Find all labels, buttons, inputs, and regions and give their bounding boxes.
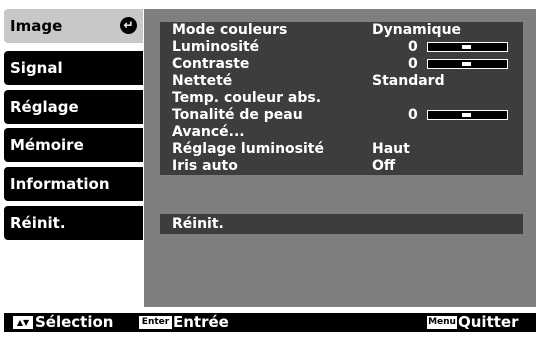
setting-label: Contraste — [172, 56, 250, 72]
select-hint: Sélection — [35, 313, 114, 331]
reset-button[interactable]: Réinit. — [160, 214, 523, 234]
setting-value: 0 — [408, 107, 418, 123]
quit-hint: Quitter — [458, 313, 519, 331]
setting-nettete[interactable]: Netteté Standard — [160, 73, 523, 90]
menu-tab-label: Image — [10, 17, 63, 35]
setting-label: Réglage luminosité — [172, 141, 324, 157]
menu-key-icon: Menu — [427, 316, 457, 329]
menu-tab-image[interactable]: Image ↵ — [4, 9, 143, 43]
setting-label: Avancé... — [172, 124, 245, 140]
menu-tab-label: Information — [10, 175, 110, 193]
reset-label: Réinit. — [172, 216, 224, 232]
menu-tab-label: Réinit. — [10, 214, 66, 232]
menu-tab-memoire[interactable]: Mémoire — [4, 128, 143, 162]
setting-label: Luminosité — [172, 39, 260, 55]
menu-tab-signal[interactable]: Signal — [4, 51, 143, 85]
setting-value: 0 — [408, 56, 418, 72]
setting-value: Standard — [372, 73, 445, 89]
menu-tab-label: Signal — [10, 59, 63, 77]
menu-tab-reglage[interactable]: Réglage — [4, 90, 143, 124]
setting-luminosite[interactable]: Luminosité 0 — [160, 39, 523, 56]
setting-avance[interactable]: Avancé... — [160, 124, 523, 141]
setting-reglage-luminosite[interactable]: Réglage luminosité Haut — [160, 141, 523, 158]
settings-list: Mode couleurs Dynamique Luminosité 0 Con… — [160, 22, 523, 175]
menu-tab-label: Mémoire — [10, 136, 84, 154]
enter-hint: Entrée — [173, 313, 229, 331]
menu-tab-information[interactable]: Information — [4, 167, 143, 201]
key-guide-bar: ▲▼ Sélection Enter Entrée Menu Quitter — [4, 313, 536, 332]
setting-iris-auto[interactable]: Iris auto Off — [160, 158, 523, 175]
slider-knob[interactable] — [462, 45, 471, 49]
luminosite-slider[interactable] — [427, 42, 508, 52]
setting-temp-couleur-abs[interactable]: Temp. couleur abs. — [160, 90, 523, 107]
setting-contraste[interactable]: Contraste 0 — [160, 56, 523, 73]
setting-label: Temp. couleur abs. — [172, 90, 322, 106]
setting-label: Mode couleurs — [172, 22, 288, 38]
enter-key-icon: Enter — [139, 316, 172, 329]
setting-label: Iris auto — [172, 158, 238, 174]
menu-tab-reinit[interactable]: Réinit. — [4, 206, 143, 240]
contraste-slider[interactable] — [427, 59, 508, 69]
projector-menu-screen: Image ↵ Signal Réglage Mémoire Informati… — [0, 0, 542, 337]
setting-label: Tonalité de peau — [172, 107, 303, 123]
slider-knob[interactable] — [462, 113, 471, 117]
up-down-arrows-icon: ▲▼ — [13, 316, 33, 329]
setting-label: Netteté — [172, 73, 233, 89]
tonalite-slider[interactable] — [427, 110, 508, 120]
setting-value: Off — [372, 158, 396, 174]
settings-panel: Mode couleurs Dynamique Luminosité 0 Con… — [144, 9, 536, 307]
enter-arrow-icon: ↵ — [120, 17, 137, 34]
setting-value: Haut — [372, 141, 410, 157]
setting-value: 0 — [408, 39, 418, 55]
setting-mode-couleurs[interactable]: Mode couleurs Dynamique — [160, 22, 523, 39]
setting-value: Dynamique — [372, 22, 462, 38]
slider-knob[interactable] — [462, 62, 471, 66]
setting-tonalite-de-peau[interactable]: Tonalité de peau 0 — [160, 107, 523, 124]
menu-tab-label: Réglage — [10, 98, 79, 116]
